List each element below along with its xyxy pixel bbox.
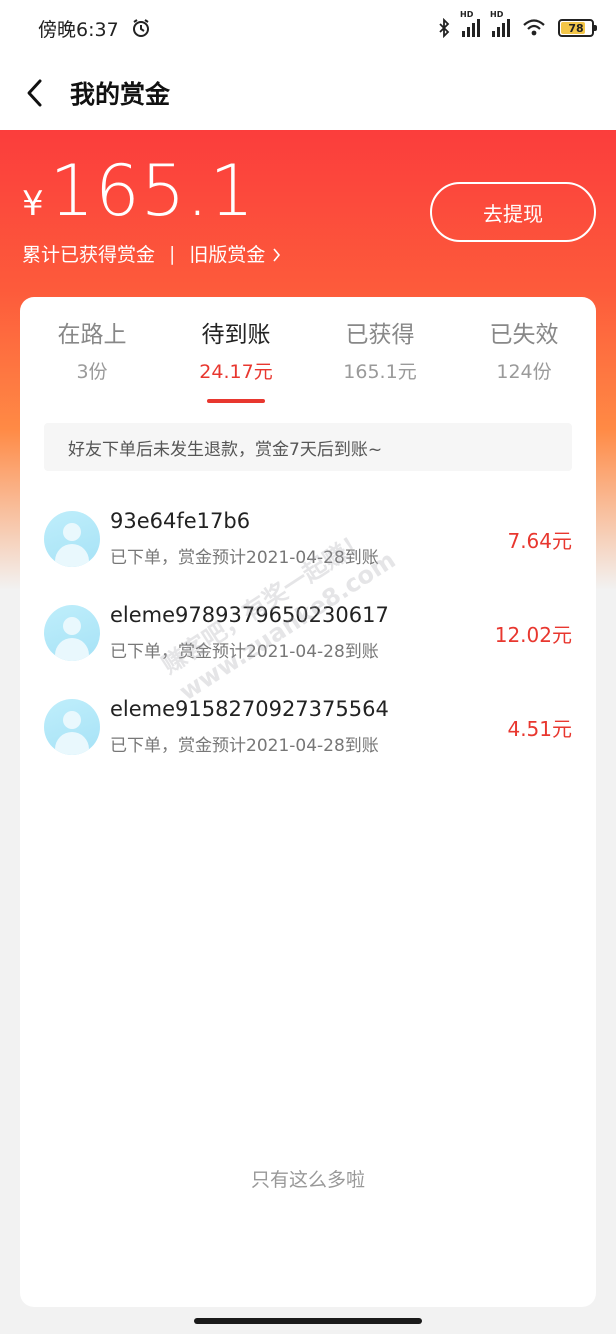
tab-label: 已失效 xyxy=(489,322,559,348)
order-status: 已下单，赏金预计2021-04-28到账 xyxy=(110,548,379,568)
amount-subline: 累计已获得赏金 | 旧版赏金 xyxy=(22,240,281,267)
tab-count: 124份 xyxy=(496,361,552,383)
tab-label: 在路上 xyxy=(57,322,127,348)
withdraw-button[interactable]: 去提现 xyxy=(430,182,596,242)
friend-name: eleme9158270927375564 xyxy=(110,697,389,721)
reward-card: 在路上 3份 待到账 24.17元 已获得 165.1元 已失效 124份 好友… xyxy=(20,297,596,1307)
friend-name: eleme9789379650230617 xyxy=(110,603,389,627)
tab-label: 已获得 xyxy=(345,322,415,348)
status-bar: 傍晚6:37 HD HD 78 xyxy=(0,0,616,56)
list-end-text: 只有这么多啦 xyxy=(250,1169,365,1191)
tab-count: 165.1元 xyxy=(343,361,417,383)
tab-pending[interactable]: 待到账 24.17元 xyxy=(164,315,308,405)
cumulative-label: 累计已获得赏金 xyxy=(22,244,156,266)
avatar xyxy=(44,511,100,567)
battery-level: 78 xyxy=(568,21,584,35)
signal-icon-1: HD xyxy=(460,10,480,37)
active-tab-indicator xyxy=(207,399,265,403)
list-item[interactable]: eleme9789379650230617 已下单，赏金预计2021-04-28… xyxy=(20,591,596,685)
tab-expired[interactable]: 已失效 124份 xyxy=(452,315,596,405)
tab-received[interactable]: 已获得 165.1元 xyxy=(308,315,452,405)
tab-label: 待到账 xyxy=(201,322,271,348)
friend-name: 93e64fe17b6 xyxy=(110,509,251,533)
wifi-icon xyxy=(523,19,545,36)
old-version-link[interactable]: 旧版赏金 xyxy=(189,240,281,267)
page-title: 我的赏金 xyxy=(70,80,171,109)
status-time: 傍晚6:37 xyxy=(38,18,119,41)
alarm-icon xyxy=(132,19,149,37)
reward-amount: 12.02元 xyxy=(494,623,572,647)
old-version-label: 旧版赏金 xyxy=(189,244,266,266)
tab-count: 24.17元 xyxy=(199,361,273,383)
status-tabs: 在路上 3份 待到账 24.17元 已获得 165.1元 已失效 124份 xyxy=(20,315,596,405)
signal-icon-2: HD xyxy=(490,10,510,37)
reward-list: 93e64fe17b6 已下单，赏金预计2021-04-28到账 7.64元 e… xyxy=(20,497,596,779)
total-amount: ¥ 165.1 xyxy=(22,150,255,232)
notice-banner: 好友下单后未发生退款，赏金7天后到账~ xyxy=(44,423,572,471)
nav-bar: 我的赏金 xyxy=(0,56,616,130)
separator: | xyxy=(169,242,176,265)
chevron-left-icon xyxy=(27,79,42,107)
tab-count: 3份 xyxy=(76,361,108,383)
battery-icon: 78 xyxy=(558,19,597,37)
reward-amount: 4.51元 xyxy=(507,717,572,741)
currency-symbol: ¥ xyxy=(22,184,44,224)
bluetooth-icon xyxy=(439,18,450,38)
order-status: 已下单，赏金预计2021-04-28到账 xyxy=(110,736,379,756)
list-item[interactable]: eleme9158270927375564 已下单，赏金预计2021-04-28… xyxy=(20,685,596,779)
order-status: 已下单，赏金预计2021-04-28到账 xyxy=(110,642,379,662)
amount-value: 165.1 xyxy=(49,150,256,232)
avatar xyxy=(44,699,100,755)
home-indicator[interactable] xyxy=(194,1318,422,1324)
reward-amount: 7.64元 xyxy=(507,529,572,553)
avatar xyxy=(44,605,100,661)
tab-on-the-way[interactable]: 在路上 3份 xyxy=(20,315,164,405)
list-item[interactable]: 93e64fe17b6 已下单，赏金预计2021-04-28到账 7.64元 xyxy=(20,497,596,591)
back-button[interactable] xyxy=(0,56,70,130)
chevron-right-icon xyxy=(273,248,281,262)
